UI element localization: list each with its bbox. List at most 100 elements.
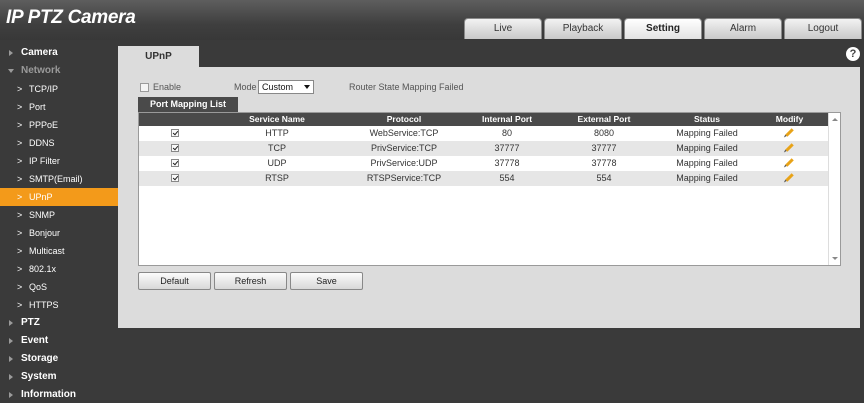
sidebar-item-pppoe[interactable]: > PPPoE	[0, 116, 118, 134]
sidebar-item-label: HTTPS	[29, 300, 59, 310]
enable-checkbox[interactable]	[140, 83, 149, 92]
sidebar-item-label: DDNS	[29, 138, 55, 148]
sidebar-item-label: QoS	[29, 282, 48, 292]
service-name-cell: TCP	[268, 143, 286, 153]
scroll-up-icon[interactable]	[832, 118, 838, 121]
external-port-cell: 554	[596, 173, 612, 183]
save-button[interactable]: Save	[290, 272, 363, 290]
sidebar-item-label: Information	[21, 389, 76, 400]
sidebar-item-label: IP Filter	[29, 156, 60, 166]
sidebar-item-qos[interactable]: > QoS	[0, 278, 118, 296]
chevron-right-icon: >	[17, 228, 23, 238]
mode-label: Mode	[234, 82, 257, 92]
sidebar-item-upnp[interactable]: > UPnP	[0, 188, 118, 206]
row-checkbox[interactable]	[171, 129, 179, 137]
mode-select[interactable]: Custom	[258, 80, 314, 94]
row-checkbox[interactable]	[171, 144, 179, 152]
sidebar-item-label: System	[21, 371, 57, 382]
mode-select-value: Custom	[262, 82, 294, 92]
sidebar-item-event[interactable]: Event	[0, 332, 118, 350]
default-button[interactable]: Default	[138, 272, 211, 290]
protocol-cell: WebService:TCP	[369, 128, 439, 138]
chevron-right-icon: >	[17, 156, 23, 166]
top-header: IP PTZ Camera Live Playback Setting Alar…	[0, 0, 864, 40]
status-cell: Mapping Failed	[676, 128, 738, 138]
chevron-right-icon: >	[17, 210, 23, 220]
tab-logout[interactable]: Logout	[784, 18, 862, 39]
modify-cell	[755, 156, 824, 171]
sidebar-item-port[interactable]: > Port	[0, 98, 118, 116]
status-cell: Mapping Failed	[676, 158, 738, 168]
internal-port-cell: 554	[499, 173, 515, 183]
status-cell: Mapping Failed	[676, 143, 738, 153]
refresh-button[interactable]: Refresh	[214, 272, 287, 290]
expand-arrow-icon	[9, 392, 13, 398]
row-select-cell	[139, 156, 211, 171]
sidebar-item-tcpip[interactable]: > TCP/IP	[0, 80, 118, 98]
sidebar-item-network[interactable]: Network	[0, 62, 118, 80]
sidebar: Camera Network > TCP/IP > Port > PPPoE > DDN…	[0, 44, 118, 403]
chevron-right-icon: >	[17, 120, 23, 130]
modify-cell	[755, 126, 824, 141]
column-header-modify: Modify	[775, 114, 804, 124]
tab-live[interactable]: Live	[464, 18, 542, 39]
internal-port-cell: 37777	[494, 143, 520, 153]
sidebar-item-ip-filter[interactable]: > IP Filter	[0, 152, 118, 170]
tab-setting[interactable]: Setting	[624, 18, 702, 39]
edit-pencil-icon[interactable]	[785, 143, 794, 152]
service-name-cell: HTTP	[265, 128, 289, 138]
sidebar-item-system[interactable]: System	[0, 368, 118, 386]
row-select-cell	[139, 171, 211, 186]
tab-playback[interactable]: Playback	[544, 18, 622, 39]
chevron-right-icon: >	[17, 300, 23, 310]
sidebar-item-label: SNMP	[29, 210, 56, 220]
collapse-arrow-icon	[8, 69, 14, 73]
row-checkbox[interactable]	[171, 174, 179, 182]
row-select-cell	[139, 126, 211, 141]
sidebar-item-smtp[interactable]: > SMTP(Email)	[0, 170, 118, 188]
upnp-controls: Enable Mode Custom Router State Mapping …	[138, 80, 738, 95]
port-mapping-list-tab[interactable]: Port Mapping List	[138, 97, 238, 112]
protocol-cell: PrivService:UDP	[370, 158, 438, 168]
expand-arrow-icon	[9, 338, 13, 344]
upnp-panel: Enable Mode Custom Router State Mapping …	[118, 67, 860, 328]
sidebar-item-https[interactable]: > HTTPS	[0, 296, 118, 314]
sidebar-item-storage[interactable]: Storage	[0, 350, 118, 368]
sidebar-item-label: TCP/IP	[29, 84, 59, 94]
row-checkbox[interactable]	[171, 159, 179, 167]
sidebar-item-information[interactable]: Information	[0, 386, 118, 403]
expand-arrow-icon	[9, 356, 13, 362]
sidebar-item-8021x[interactable]: >802.1x	[0, 260, 118, 278]
modify-cell	[755, 171, 824, 186]
chevron-right-icon: >	[17, 246, 23, 256]
column-header-service: Service Name	[249, 114, 305, 124]
edit-pencil-icon[interactable]	[785, 158, 794, 167]
router-state-text: Router State Mapping Failed	[349, 82, 464, 92]
sidebar-item-label: Port	[29, 102, 46, 112]
main-tabs: Live Playback Setting Alarm Logout	[462, 18, 862, 39]
sidebar-item-ptz[interactable]: PTZ	[0, 314, 118, 332]
sidebar-item-label: Event	[21, 335, 49, 346]
sidebar-item-bonjour[interactable]: > Bonjour	[0, 224, 118, 242]
external-port-cell: 37778	[591, 158, 617, 168]
sidebar-item-ddns[interactable]: > DDNS	[0, 134, 118, 152]
table-row: TCP PrivService:TCP 37777 37777 Mapping …	[139, 141, 840, 156]
sidebar-item-multicast[interactable]: > Multicast	[0, 242, 118, 260]
edit-pencil-icon[interactable]	[785, 173, 794, 182]
page-title-tab: UPnP	[118, 46, 199, 67]
sidebar-item-snmp[interactable]: > SNMP	[0, 206, 118, 224]
port-mapping-table: Service Name Protocol Internal Port Exte…	[138, 112, 841, 266]
table-scrollbar[interactable]	[828, 113, 840, 265]
enable-label: Enable	[153, 82, 182, 92]
edit-pencil-icon[interactable]	[785, 128, 794, 137]
tab-alarm[interactable]: Alarm	[704, 18, 782, 39]
internal-port-cell: 80	[501, 128, 512, 138]
chevron-right-icon: >	[17, 174, 23, 184]
row-select-cell	[139, 141, 211, 156]
expand-arrow-icon	[9, 374, 13, 380]
sidebar-item-camera[interactable]: Camera	[0, 44, 118, 62]
help-icon[interactable]: ?	[846, 47, 860, 61]
scroll-down-icon[interactable]	[832, 257, 838, 260]
table-row: HTTP WebService:TCP 80 8080 Mapping Fail…	[139, 126, 840, 141]
sidebar-item-label: Network	[21, 65, 61, 76]
